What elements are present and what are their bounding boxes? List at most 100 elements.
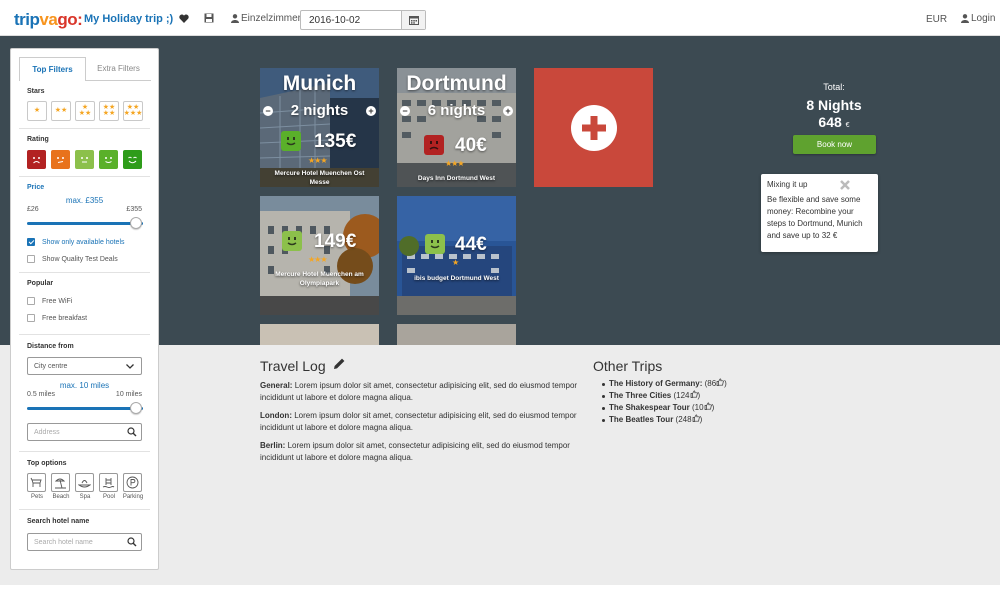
rating-filter-ok[interactable] [75,150,94,169]
tab-extra-filters[interactable]: Extra Filters [86,57,151,81]
add-destination-button[interactable] [534,68,653,187]
parking-option[interactable] [123,473,142,492]
card-stars: ★★★ [445,159,464,168]
total-price: 648 € [774,114,894,130]
search-hotel-title: Search hotel name [27,518,90,525]
distance-slider[interactable] [27,407,143,410]
free-breakfast-label: Free breakfast [42,315,88,322]
divider [19,509,150,510]
hotel-card-munich[interactable]: Munich − 2 nights + 135€ ★★★ Mercure Hot… [260,68,379,187]
parking-icon [126,476,139,489]
list-item[interactable]: The Three Cities (124) [602,390,727,402]
parking-label: Parking [122,494,144,500]
tip-text: Be flexible and save some money: Recombi… [767,195,863,240]
total-label: Total: [823,82,845,92]
star-filter-3[interactable]: ★ ★★ [75,101,95,121]
hotel-card-partial[interactable] [397,324,516,345]
card-hotel-name: Days Inn Dortmund West [417,175,496,182]
pets-option[interactable] [27,473,46,492]
increase-nights-button[interactable]: + [366,106,376,116]
distance-slider-handle[interactable] [130,402,142,414]
trip-name: The Three Cities [609,391,672,400]
list-item[interactable]: The Beatles Tour (248) [602,414,727,426]
star-filter-5[interactable]: ★★ ★★★ [123,101,143,121]
rating-filter-very-bad[interactable] [27,150,46,169]
distance-min-value: 0.5 miles [27,391,56,398]
search-icon[interactable] [127,537,137,550]
beach-option[interactable] [51,473,70,492]
tripvago-logo[interactable]: tripvago: [14,10,83,30]
distance-select-value: City centre [34,363,68,370]
price-slider-handle[interactable] [130,217,142,229]
divider [19,176,150,177]
currency-selector[interactable]: EUR [926,14,947,25]
search-icon[interactable] [127,427,137,440]
entry-label: London: [260,411,292,420]
spa-label: Spa [79,494,91,500]
available-hotels-checkbox[interactable] [27,238,35,246]
star-filter-2[interactable]: ★★ [51,101,71,121]
heart-icon[interactable] [178,12,190,24]
filter-sidebar: Top Filters Extra Filters Stars ★ ★★ ★ ★★… [10,48,159,570]
hotel-card-partial[interactable] [260,324,379,345]
card-stars: ★★★ [308,255,327,264]
logo-part-3: go: [57,10,83,29]
card-stars: ★ [452,258,459,267]
trip-likes: (10 [692,403,704,412]
room-type[interactable]: Einzelzimmer [231,13,301,24]
rating-filter-good[interactable] [99,150,118,169]
login-link[interactable]: Login [961,13,995,24]
pool-option[interactable] [99,473,118,492]
entry-label: Berlin: [260,441,286,450]
list-item[interactable]: The History of Germany: (86) [602,378,727,390]
book-now-button[interactable]: Book now [793,135,876,154]
price-max-value: £355 [126,206,142,213]
trip-name: The History of Germany: [609,379,703,388]
entry-text: Lorem ipsum dolor sit amet, consectetur … [260,381,578,402]
trip-title[interactable]: My Holiday trip ;) [84,13,173,25]
entry-text: Lorem ipsum dolor sit amet, consectetur … [260,411,577,432]
card-hotel-name: Mercure Hotel Muenchen am Olympiapark [275,271,364,287]
pool-icon [102,477,115,488]
card-price: 135€ [314,131,357,152]
trip-likes: (86 [704,379,717,388]
date-input[interactable]: 2016-10-02 [300,10,426,30]
tab-top-filters[interactable]: Top Filters [19,57,86,81]
price-max-label: max. £355 [65,196,104,205]
price-title: Price [27,184,45,191]
rating-smiley-icon [424,135,444,155]
hotel-name-input[interactable]: Search hotel name [27,533,142,551]
distance-max-value: 10 miles [115,391,142,398]
list-item[interactable]: The Shakespear Tour (10) [602,402,727,414]
calendar-icon[interactable] [401,11,425,29]
star-filter-4[interactable]: ★★ ★★ [99,101,119,121]
rating-filter-excellent[interactable] [123,150,142,169]
price-slider[interactable] [27,222,143,225]
rating-smiley-icon [281,131,301,151]
user-icon [231,14,239,23]
free-wifi-checkbox[interactable] [27,297,35,305]
stars-title: Stars [27,88,45,95]
pool-label: Pool [102,494,115,500]
hotel-card-dortmund-alt[interactable]: 44€ ★ ibis budget Dortmund West [397,196,516,315]
free-breakfast-checkbox[interactable] [27,314,35,322]
quality-deals-checkbox[interactable] [27,255,35,263]
travel-log-entry: General: Lorem ipsum dolor sit amet, con… [260,380,580,404]
hotel-card-munich-alt[interactable]: 149€ ★★★ Mercure Hotel Muenchen am Olymp… [260,196,379,315]
close-icon[interactable] [839,179,851,191]
spa-icon [78,479,91,487]
address-placeholder: Address [34,429,60,436]
increase-nights-button[interactable]: + [503,106,513,116]
rating-filter-bad[interactable] [51,150,70,169]
distance-select[interactable]: City centre [27,357,142,375]
pets-icon [30,477,42,487]
pencil-icon[interactable] [332,357,346,374]
hotel-card-dortmund[interactable]: Dortmund − 6 nights + 40€ ★★★ Days Inn D… [397,68,516,187]
chevron-down-icon [125,361,135,374]
divider [19,451,150,452]
address-input[interactable]: Address [27,423,142,441]
card-hotel-name: Mercure Hotel Muenchen Ost Messe [274,170,365,186]
save-icon[interactable] [203,12,215,24]
spa-option[interactable] [75,473,94,492]
star-filter-1[interactable]: ★ [27,101,47,121]
